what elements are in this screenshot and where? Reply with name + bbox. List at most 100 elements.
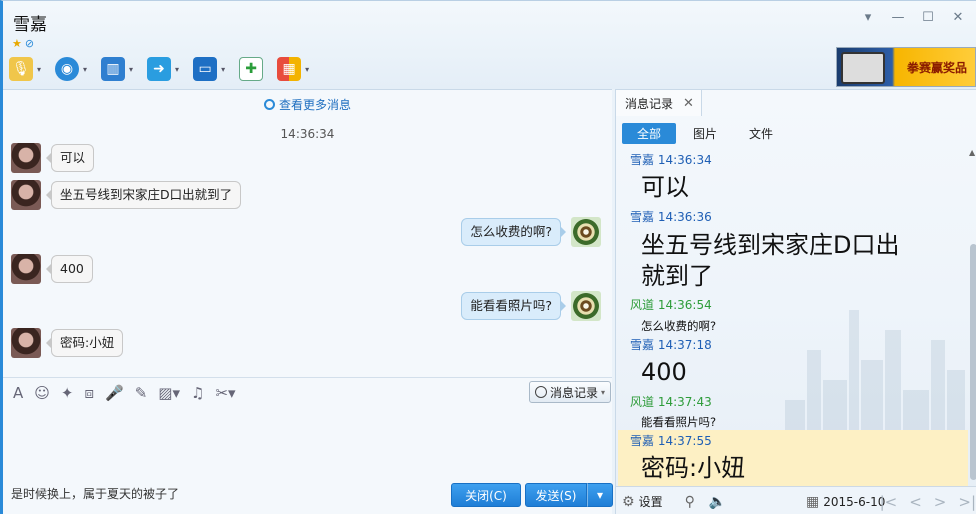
font-icon[interactable]: A: [13, 384, 23, 402]
microphone-icon: 🎙: [9, 57, 33, 81]
filter-all[interactable]: 全部: [622, 123, 676, 144]
history-pane: 消息记录 ✕ 全部 图片 文件 雪嘉 14:36:34 可以 雪嘉 14:36:…: [615, 89, 976, 514]
close-window-button[interactable]: ✕: [950, 10, 966, 25]
message-history-button[interactable]: 消息记录 ▾: [529, 381, 611, 403]
contact-name: 雪嘉: [13, 15, 47, 35]
message-bubble: 坐五号线到宋家庄D口出就到了: [45, 181, 242, 209]
history-entry-text: 就到了: [641, 262, 713, 290]
settings-button[interactable]: ⚙ 设置: [622, 493, 663, 510]
menu-dropdown-icon[interactable]: ▾: [860, 10, 876, 25]
avatar[interactable]: [11, 254, 41, 284]
history-scrollbar[interactable]: ▲: [967, 148, 976, 484]
window-shake-icon[interactable]: ⧈: [84, 384, 94, 402]
send-options-dropdown[interactable]: ▾: [587, 483, 613, 507]
message-area[interactable]: 查看更多消息 14:36:34 可以 坐五号线到宋家庄D口出就到了 怎么收费的啊…: [3, 89, 612, 377]
history-pagination: |< < > >|: [880, 493, 976, 511]
calendar-icon: ▦: [806, 494, 820, 510]
history-entry-text: 怎么收费的啊?: [641, 319, 717, 333]
chevron-down-icon[interactable]: ▾: [37, 65, 41, 74]
chat-window: 雪嘉 ★ ⊘ ▾ — ☐ ✕ 🎙 ▾ ◉ ▾ ▥ ▾ ➜ ▾ ▭ ▾ ✚ ▦ ▾…: [0, 0, 976, 514]
filter-images[interactable]: 图片: [678, 123, 732, 144]
webcam-icon: ◉: [55, 57, 80, 81]
history-entry-header: 雪嘉 14:36:36: [630, 210, 712, 224]
status-icons: ★ ⊘: [12, 37, 37, 50]
chat-toolbar: 🎙 ▾ ◉ ▾ ▥ ▾ ➜ ▾ ▭ ▾ ✚ ▦ ▾: [9, 57, 323, 81]
last-page-icon[interactable]: >|: [958, 493, 976, 511]
message-row: 坐五号线到宋家庄D口出就到了: [11, 180, 242, 210]
chevron-down-icon: ▾: [601, 387, 606, 397]
folder-transfer-icon: ➜: [147, 57, 172, 81]
gear-icon: ⚙: [622, 493, 635, 510]
send-button[interactable]: 发送(S): [525, 483, 587, 507]
input-tools: A ☺ ✦ ⧈ 🎤 ✎ ▨▾ ♫ ✂▾: [13, 384, 236, 402]
date-picker[interactable]: ▦ 2015-6-10: [806, 494, 885, 510]
message-bubble: 能看看照片吗?: [461, 292, 566, 320]
voice-call-button[interactable]: 🎙 ▾: [9, 57, 41, 81]
presentation-icon: ▥: [101, 57, 126, 81]
voice-message-icon[interactable]: 🎤: [105, 384, 124, 402]
avatar[interactable]: [11, 180, 41, 210]
emoji-icon[interactable]: ☺: [34, 384, 50, 402]
clock-icon: [534, 386, 547, 398]
send-file-button[interactable]: ➜ ▾: [147, 57, 179, 81]
history-entry-header: 雪嘉 14:36:34: [630, 153, 712, 167]
remote-desktop-button[interactable]: ▭ ▾: [193, 57, 225, 81]
qq-status-icon[interactable]: ⊘: [25, 37, 34, 50]
avatar[interactable]: [571, 217, 601, 247]
history-entry-text: 密码:小妞: [641, 454, 746, 482]
chevron-down-icon[interactable]: ▾: [175, 65, 179, 74]
star-icon[interactable]: ★: [12, 37, 22, 50]
search-icon[interactable]: ⚲: [685, 494, 695, 510]
history-entry-header: 风道 14:37:43: [630, 395, 712, 409]
next-page-icon[interactable]: >: [934, 493, 947, 511]
image-icon[interactable]: ▨▾: [158, 384, 180, 402]
close-button[interactable]: 关闭(C): [451, 483, 521, 507]
ad-text: 拳赛赢奖品: [906, 61, 967, 75]
chevron-down-icon[interactable]: ▾: [305, 65, 309, 74]
edit-icon[interactable]: ✎: [135, 384, 148, 402]
scrollbar-thumb[interactable]: [970, 244, 976, 480]
screen-share-button[interactable]: ▥ ▾: [101, 57, 133, 81]
message-timestamp: 14:36:34: [280, 127, 335, 141]
tab-message-history[interactable]: 消息记录 ✕: [616, 90, 702, 116]
scissors-icon[interactable]: ✂▾: [215, 384, 235, 402]
chevron-down-icon[interactable]: ▾: [129, 65, 133, 74]
magic-wand-icon[interactable]: ✦: [61, 384, 74, 402]
minimize-button[interactable]: —: [890, 10, 906, 25]
prev-page-icon[interactable]: <: [909, 493, 922, 511]
clock-icon: [263, 99, 275, 110]
history-entry-header: 雪嘉 14:37:55: [630, 434, 712, 448]
maximize-button[interactable]: ☐: [920, 10, 936, 25]
create-discussion-button[interactable]: ✚: [239, 57, 264, 81]
chevron-down-icon[interactable]: ▾: [83, 65, 87, 74]
remote-desktop-icon: ▭: [193, 57, 218, 81]
tablet-image: [841, 52, 885, 84]
typed-text[interactable]: 是时候换上，属于夏天的被子了: [11, 485, 179, 502]
view-more-messages-link[interactable]: 查看更多消息: [3, 96, 612, 113]
video-call-button[interactable]: ◉ ▾: [55, 57, 87, 81]
avatar[interactable]: [571, 291, 601, 321]
message-bubble: 怎么收费的啊?: [461, 218, 566, 246]
apps-button[interactable]: ▦ ▾: [277, 57, 309, 81]
chevron-down-icon[interactable]: ▾: [221, 65, 225, 74]
apps-grid-icon: ▦: [277, 57, 302, 81]
window-controls: ▾ — ☐ ✕: [860, 10, 966, 25]
message-row: 可以: [11, 143, 95, 173]
music-icon[interactable]: ♫: [191, 384, 204, 402]
avatar[interactable]: [11, 143, 41, 173]
filter-files[interactable]: 文件: [734, 123, 788, 144]
chat-add-icon: ✚: [239, 57, 264, 81]
scroll-up-icon[interactable]: ▲: [969, 148, 975, 157]
avatar[interactable]: [11, 328, 41, 358]
ad-banner[interactable]: 拳赛赢奖品: [836, 47, 976, 87]
input-toolbar: A ☺ ✦ ⧈ 🎤 ✎ ▨▾ ♫ ✂▾ 消息记录 ▾: [3, 377, 612, 407]
close-icon[interactable]: ✕: [683, 96, 694, 111]
history-entry-header: 雪嘉 14:37:18: [630, 338, 712, 352]
message-row: 怎么收费的啊?: [461, 217, 601, 247]
first-page-icon[interactable]: |<: [880, 493, 898, 511]
history-filters: 全部 图片 文件: [622, 123, 790, 144]
message-row: 密码:小妞: [11, 328, 124, 358]
history-footer: ⚙ 设置 ⚲ 🔈 ▦ 2015-6-10 |< < > >|: [616, 486, 976, 514]
message-bubble: 密码:小妞: [45, 329, 124, 357]
speaker-icon[interactable]: 🔈: [709, 494, 726, 510]
